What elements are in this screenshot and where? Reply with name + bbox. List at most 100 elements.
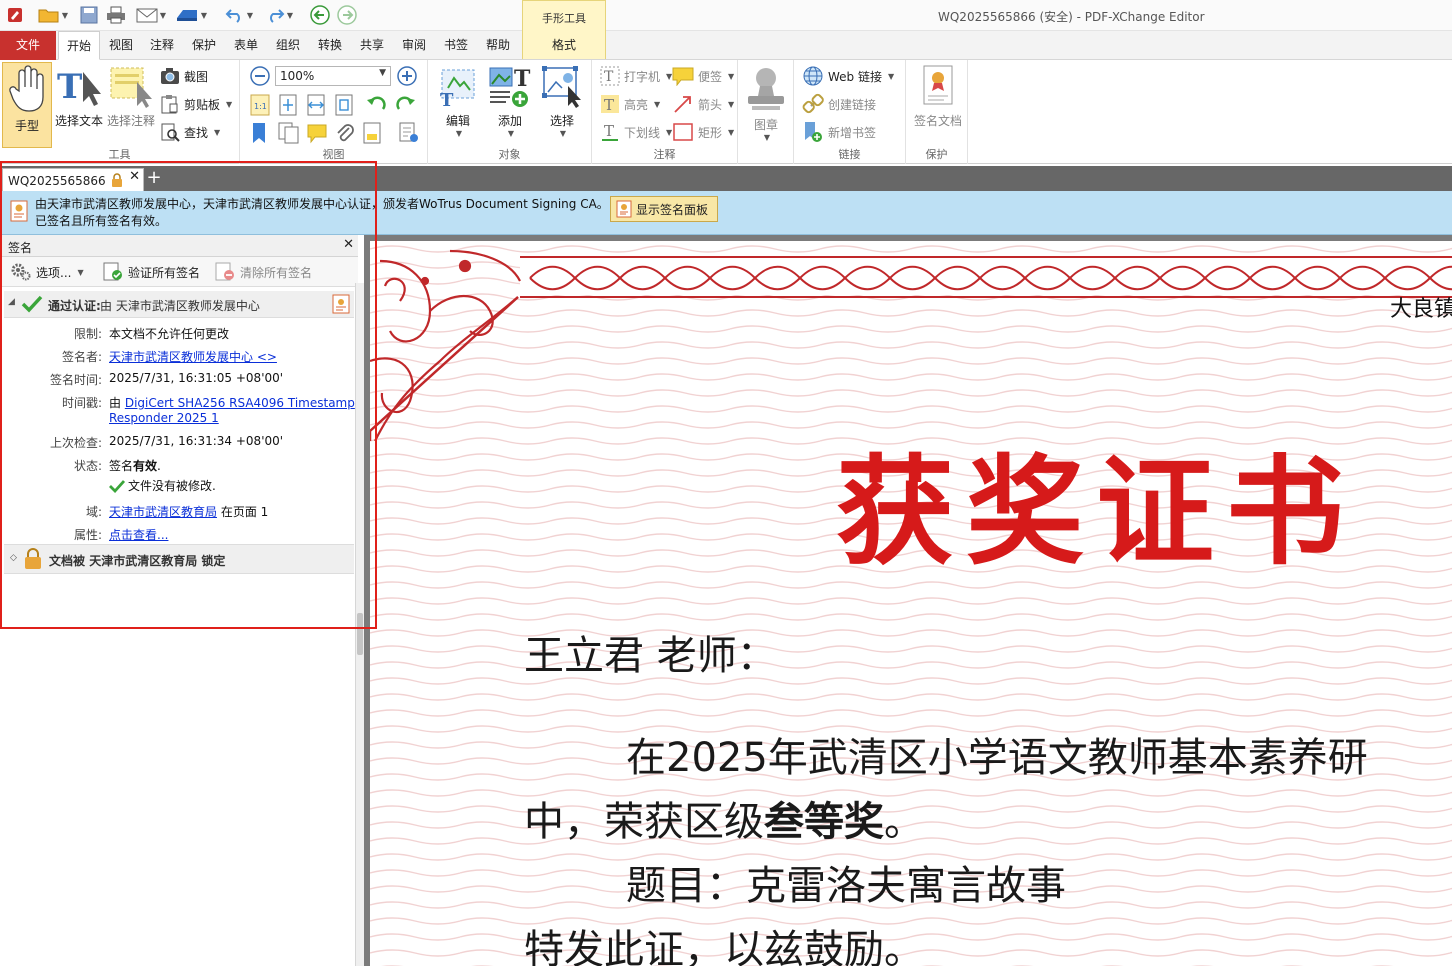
scan-icon[interactable]: ▼ [172,4,210,26]
group-protect: 签名文档 保护 [906,60,968,164]
timestamp-authority-link-line2[interactable]: Responder 2025 1 [109,411,219,425]
open-icon[interactable]: ▼ [34,4,72,26]
highlight-icon: T [601,95,619,114]
signing-time-value: 2025/7/31, 16:31:05 +08'00' [109,371,284,385]
clipboard-button[interactable]: 剪贴板 ▼ [160,93,232,115]
create-link-label: 创建链接 [828,97,877,112]
tab-home[interactable]: 开始 [58,31,101,60]
typewriter-button[interactable]: T 打字机 ▼ [600,65,672,87]
back-icon[interactable] [308,4,332,26]
fit-visible-button[interactable] [334,94,354,116]
highlight-button[interactable]: T 高亮 ▼ [600,93,660,115]
group-view-label: 视图 [322,148,345,161]
expand-arrow-icon[interactable]: ◇ [10,553,17,563]
rotate-right-button[interactable] [394,94,416,116]
tab-format[interactable]: 格式 [522,31,606,59]
edit-button[interactable]: T 编辑 ▼ [432,64,484,138]
clear-all-button[interactable]: 清除所有签名 [214,261,312,283]
panel-scrollbar[interactable] [355,283,364,966]
signature-properties-icon[interactable] [332,294,350,314]
signature-entry[interactable]: ◢ 通过认证: 由 天津市武清区教师发展中心 [4,291,354,318]
email-icon[interactable]: ▼ [134,4,168,26]
undo-icon[interactable]: ▼ [220,4,258,26]
create-link-button[interactable]: 创建链接 [802,93,876,115]
sticky-note-button[interactable]: 便签 ▼ [672,65,734,87]
save-icon[interactable] [78,4,100,26]
snapshot-button[interactable]: 截图 [160,65,208,87]
new-tab-icon[interactable]: + [146,168,162,190]
lock-entry[interactable]: ◇ 文档被 天津市武清区教育局 锁定 [4,544,354,574]
forward-icon[interactable] [335,4,359,26]
arrow-button[interactable]: 箭头 ▼ [672,93,734,115]
certificate-icon [10,200,28,222]
fit-page-button[interactable] [278,94,298,116]
scrollbar-thumb[interactable] [357,613,363,655]
print-icon[interactable] [104,4,128,26]
tab-help[interactable]: 帮助 [478,31,518,59]
show-signature-panel-label: 显示签名面板 [636,202,709,217]
zoom-out-button[interactable] [249,65,271,87]
close-panel-icon[interactable]: ✕ [343,237,354,252]
bookmark-view-button[interactable] [250,122,268,144]
tab-protect[interactable]: 保护 [184,31,224,59]
certificate-title: 获奖证书 [836,442,1357,581]
add-button[interactable]: T 添加 ▼ [486,64,534,138]
hand-tool-button[interactable]: 手型 [2,62,52,148]
award-body-line2: 中，荣获区级叁等奖。 [524,789,924,847]
fields-view-button[interactable] [362,122,382,144]
tab-form[interactable]: 表单 [226,31,266,59]
status-valid: 有效 [133,459,158,473]
collapse-arrow-icon[interactable]: ◢ [8,297,15,307]
tab-file[interactable]: 文件 [0,31,56,60]
chevron-down-icon: ▼ [455,129,463,138]
app-icon[interactable] [4,4,26,26]
tab-review[interactable]: 审阅 [394,31,434,59]
tab-bookmarks[interactable]: 书签 [436,31,476,59]
gear-icon [11,263,31,281]
verify-all-button[interactable]: 验证所有签名 [102,261,200,283]
select-text-button[interactable]: T 选择文本 [54,64,104,129]
fit-width-button[interactable] [306,94,326,116]
document-view[interactable]: 大良镇 获奖证书 王立君 老师： 在2025年武清区小学语文教师基本素养研 中，… [364,235,1452,966]
rectangle-button[interactable]: 矩形 ▼ [672,121,734,143]
options-button[interactable]: 选项... ▼ [10,261,84,283]
properties-view-button[interactable] [398,122,420,144]
pages-view-button[interactable] [278,122,300,144]
field-link[interactable]: 天津市武清区教育局 [109,505,217,519]
zoom-combo[interactable]: 100% ▼ [275,66,391,86]
timestamp-authority-link[interactable]: DigiCert SHA256 RSA4096 Timestamp [125,396,355,410]
stamp-icon [748,68,784,110]
close-tab-icon[interactable]: ✕ [129,169,140,184]
attachments-view-button[interactable] [334,122,356,144]
add-bookmark-button[interactable]: 新增书签 [802,121,876,143]
arrow-icon [674,96,691,113]
actual-size-button[interactable]: 1:1 [250,94,270,116]
select-comment-button[interactable]: 选择注释 [104,64,158,129]
underline-button[interactable]: T 下划线 ▼ [600,121,672,143]
tab-share[interactable]: 共享 [352,31,392,59]
stamp-button[interactable]: 图章 ▼ [742,64,790,142]
tab-convert[interactable]: 转换 [310,31,350,59]
redo-icon[interactable]: ▼ [260,4,298,26]
sign-document-button[interactable]: 签名文档 [910,64,966,129]
tab-organize[interactable]: 组织 [268,31,308,59]
zoom-in-button[interactable] [396,65,418,87]
view-properties-link[interactable]: 点击查看... [109,526,168,543]
group-comments: T 打字机 ▼ T 高亮 ▼ T 下划线 ▼ 便签 ▼ 箭头 ▼ 矩形 ▼ 注释 [592,60,738,164]
group-objects-label: 对象 [498,148,521,161]
select-object-button[interactable]: 选择 ▼ [536,64,588,138]
signer-link[interactable]: 天津市武清区教师发展中心 <> [109,348,277,365]
svg-text:T: T [514,66,531,92]
signature-signer: 由 天津市武清区教师发展中心 [100,299,260,313]
web-link-button[interactable]: Web 链接 ▼ [802,65,894,87]
comments-view-button[interactable] [306,122,328,144]
camera-icon [161,68,179,84]
tab-comment[interactable]: 注释 [142,31,182,59]
find-button[interactable]: 查找 ▼ [160,121,220,143]
show-signature-panel-button[interactable]: 显示签名面板 [610,196,718,222]
tab-view[interactable]: 视图 [101,31,141,59]
document-tab[interactable]: WQ2025565866 ✕ [2,168,144,191]
rotate-left-button[interactable] [366,94,388,116]
award-closing: 特发此证，以兹鼓励。 [524,927,924,966]
svg-text:T: T [604,69,614,85]
